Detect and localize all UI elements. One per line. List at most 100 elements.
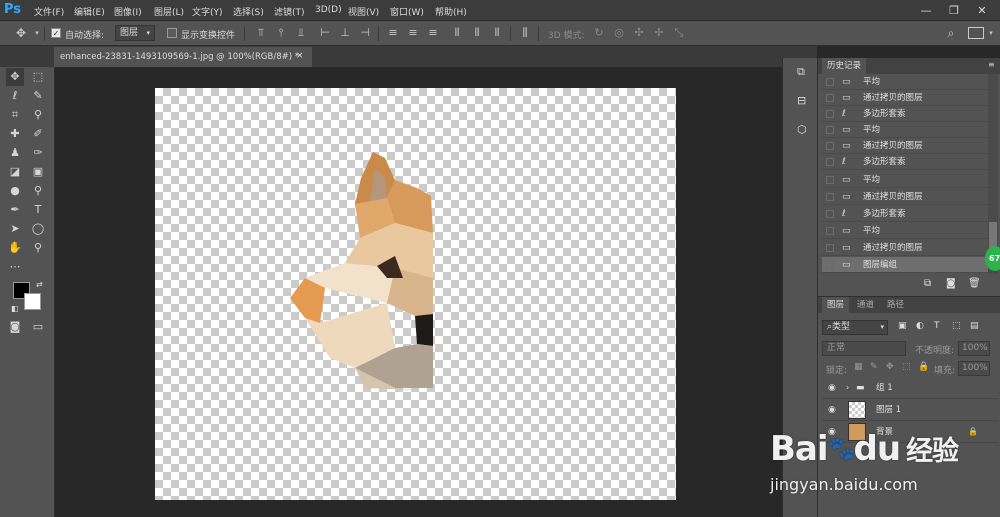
opacity-input[interactable]: 100% [958, 341, 990, 356]
swap-colors-icon[interactable]: ⇄ [36, 280, 43, 289]
tab-channels[interactable]: 通道 [852, 297, 879, 313]
3d-roll-icon[interactable]: ◎ [612, 26, 626, 39]
menu-filter[interactable]: 滤镜(T) [274, 5, 305, 18]
eyedropper-tool-icon[interactable]: ⚲ [29, 106, 47, 124]
history-brush-tool-icon[interactable]: ✑ [29, 144, 47, 162]
move-tool-icon[interactable]: ✥ [6, 68, 24, 86]
history-item[interactable]: ▭ 通过拷贝的图层 [822, 138, 988, 154]
history-checkbox[interactable] [826, 261, 834, 269]
fill-input[interactable]: 100% [958, 361, 990, 376]
lock-position-icon[interactable]: ✥ [886, 362, 894, 372]
chevron-down-icon[interactable]: ▾ [30, 29, 44, 37]
panel-menu-icon[interactable]: ≡ [988, 60, 995, 69]
history-panel-icon[interactable]: ⧉ [797, 65, 805, 79]
history-checkbox[interactable] [826, 94, 834, 102]
search-icon[interactable]: ⌕ [944, 26, 958, 41]
distribute-hcenter-icon[interactable]: ⦀ [470, 26, 484, 40]
filter-smart-object-icon[interactable]: ▤ [970, 321, 979, 331]
path-select-tool-icon[interactable]: ➤ [6, 220, 24, 238]
crop-tool-icon[interactable]: ⌗ [6, 106, 24, 124]
filter-shape-icon[interactable]: ⬚ [952, 321, 961, 331]
menu-image[interactable]: 图像(I) [114, 5, 142, 18]
chevron-down-icon[interactable]: ▾ [984, 29, 998, 37]
align-top-icon[interactable]: ⫪ [254, 26, 268, 40]
menu-file[interactable]: 文件(F) [34, 5, 64, 18]
close-button[interactable]: ✕ [968, 2, 996, 19]
more-tools-icon[interactable]: ⋯ [6, 258, 24, 276]
document-tab[interactable]: enhanced-23831-1493109569-1.jpg @ 100%(R… [54, 47, 312, 67]
menu-edit[interactable]: 编辑(E) [74, 5, 105, 18]
tab-layers[interactable]: 图层 [822, 297, 850, 313]
align-bottom-icon[interactable]: ⫫ [294, 26, 308, 40]
filter-adjustment-icon[interactable]: ◐ [916, 321, 924, 331]
distribute-left-icon[interactable]: ⦀ [450, 26, 464, 40]
history-item[interactable]: ▭ 平均 [822, 74, 988, 90]
lock-pixels-icon[interactable]: ✎ [870, 362, 878, 372]
lock-transparent-icon[interactable]: ▦ [854, 362, 863, 372]
menu-3d[interactable]: 3D(D) [315, 5, 342, 15]
lock-artboard-icon[interactable]: ⬚ [902, 362, 911, 372]
menu-select[interactable]: 选择(S) [233, 5, 264, 18]
3d-scale-icon[interactable]: ⤡ [672, 26, 686, 40]
3d-rotate-icon[interactable]: ↻ [592, 26, 606, 39]
workspace-icon[interactable] [968, 27, 984, 39]
menu-layer[interactable]: 图层(L) [154, 5, 184, 18]
maximize-button[interactable]: ❐ [940, 2, 968, 19]
hand-tool-icon[interactable]: ✋ [6, 239, 24, 257]
type-tool-icon[interactable]: T [29, 201, 47, 219]
pen-tool-icon[interactable]: ✒ [6, 201, 24, 219]
history-checkbox[interactable] [826, 142, 834, 150]
align-vcenter-icon[interactable]: ⫯ [274, 26, 288, 40]
dodge-tool-icon[interactable]: ⚲ [29, 182, 47, 200]
quick-select-tool-icon[interactable]: ✎ [29, 87, 47, 105]
auto-select-dropdown[interactable]: 图层 ▾ [115, 25, 155, 41]
history-item[interactable]: ℓ 多边形套索 [822, 154, 988, 170]
align-hcenter-icon[interactable]: ⊥ [338, 26, 352, 39]
marquee-tool-icon[interactable]: ⬚ [29, 68, 47, 86]
history-checkbox[interactable] [826, 126, 834, 134]
history-checkbox[interactable] [826, 227, 834, 235]
chevron-right-icon[interactable]: › [846, 377, 849, 399]
align-left-icon[interactable]: ⊢ [318, 26, 332, 39]
background-color-swatch[interactable] [24, 293, 41, 310]
ellipse-tool-icon[interactable]: ◯ [29, 220, 47, 238]
menu-window[interactable]: 窗口(W) [390, 5, 424, 18]
healing-tool-icon[interactable]: ✚ [6, 125, 24, 143]
3d-drag-icon[interactable]: ✣ [632, 26, 646, 39]
history-checkbox[interactable] [826, 110, 834, 118]
history-item-active[interactable]: ▭ 图层编组 [822, 257, 988, 273]
show-transform-checkbox[interactable] [167, 28, 177, 38]
filter-pixel-icon[interactable]: ▣ [898, 321, 907, 331]
tab-paths[interactable]: 路径 [882, 297, 909, 313]
auto-select-checkbox[interactable]: ✓ [51, 28, 61, 38]
history-checkbox[interactable] [826, 193, 834, 201]
layer-row-group[interactable]: ◉ › ▬ 组 1 [822, 377, 998, 399]
menu-view[interactable]: 视图(V) [348, 5, 379, 18]
default-colors-icon[interactable]: ◧ [11, 304, 19, 313]
history-item[interactable]: ▭ 通过拷贝的图层 [822, 90, 988, 106]
distribute-top-icon[interactable]: ≡ [386, 26, 400, 39]
history-item[interactable]: ▭ 平均 [822, 223, 988, 239]
history-checkbox[interactable] [826, 210, 834, 218]
blur-tool-icon[interactable]: ● [6, 182, 24, 200]
layer-filter-dropdown[interactable]: ⌕类型 ▾ [822, 320, 888, 335]
gradient-tool-icon[interactable]: ▣ [29, 163, 47, 181]
menu-help[interactable]: 帮助(H) [435, 5, 467, 18]
lock-all-icon[interactable]: 🔒 [918, 362, 929, 372]
auto-align-icon[interactable]: ⫼ [518, 26, 532, 40]
distribute-right-icon[interactable]: ⦀ [490, 26, 504, 40]
screen-mode-icon[interactable]: ▭ [29, 318, 47, 336]
blend-mode-dropdown[interactable]: 正常 [822, 341, 906, 356]
align-right-icon[interactable]: ⊣ [358, 26, 372, 39]
history-item[interactable]: ▭ 通过拷贝的图层 [822, 189, 988, 205]
clone-stamp-tool-icon[interactable]: ♟ [6, 144, 24, 162]
move-tool-icon[interactable]: ✥ [14, 26, 28, 40]
trash-icon[interactable]: 🗑 [968, 278, 981, 289]
history-item[interactable]: ▭ 平均 [822, 122, 988, 138]
brush-tool-icon[interactable]: ✐ [29, 125, 47, 143]
filter-type-icon[interactable]: T [934, 321, 940, 331]
zoom-tool-icon[interactable]: ⚲ [29, 239, 47, 257]
distribute-vcenter-icon[interactable]: ≡ [406, 26, 420, 39]
lasso-tool-icon[interactable]: ℓ [6, 87, 24, 105]
history-item[interactable]: ℓ 多边形套索 [822, 206, 988, 222]
